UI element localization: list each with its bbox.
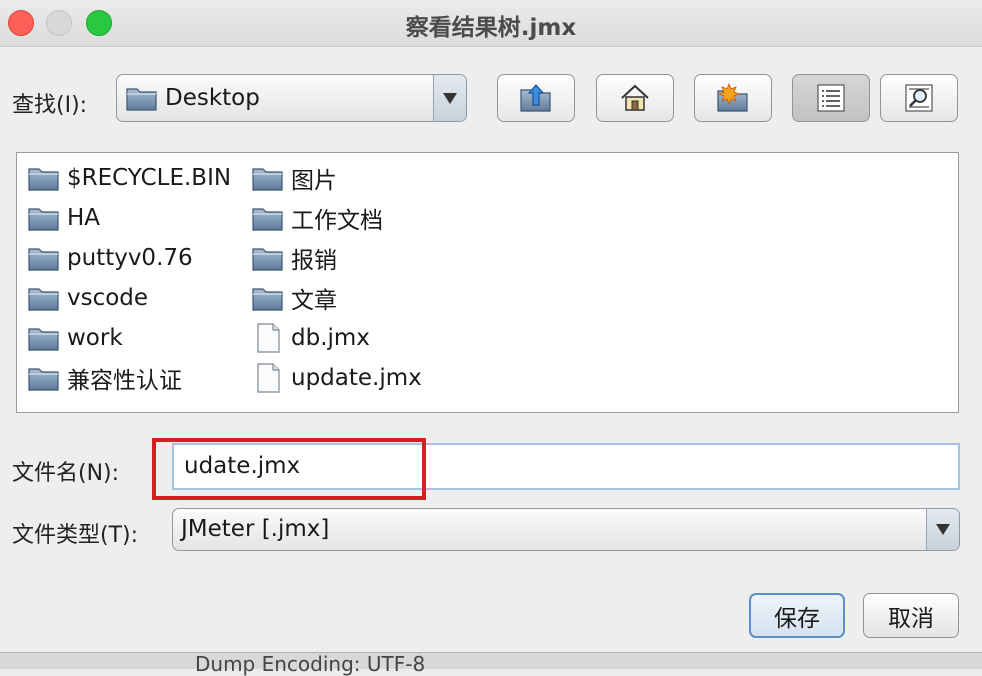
file-name: 文章 (291, 288, 337, 314)
file-list-item[interactable]: update.jmx (251, 358, 422, 398)
chevron-down-icon[interactable] (926, 509, 959, 550)
new-folder-icon (717, 82, 748, 112)
filename-label: 文件名(N): (12, 461, 120, 486)
file-name: update.jmx (291, 365, 422, 391)
folder-icon (251, 243, 285, 273)
file-list-column-2: 图片工作文档报销文章 db.jmx update.jmx (251, 158, 422, 398)
folder-icon (27, 323, 61, 353)
window-title: 察看结果树.jmx (405, 15, 577, 41)
file-list-item[interactable]: 图片 (251, 158, 422, 198)
folder-icon (27, 243, 61, 273)
file-icon (251, 323, 285, 353)
cancel-button[interactable]: 取消 (863, 593, 959, 638)
up-one-level-button[interactable] (497, 74, 575, 122)
file-list-item[interactable]: $RECYCLE.BIN (27, 158, 231, 198)
highlight-box (152, 438, 426, 500)
folder-icon (251, 203, 285, 233)
file-icon (251, 363, 285, 393)
file-name: vscode (67, 285, 149, 311)
file-name: work (67, 325, 123, 351)
file-list[interactable]: $RECYCLE.BIN HA puttyv0.76 vscode work 兼容性认证 … (16, 152, 959, 413)
file-name: 兼容性认证 (67, 368, 182, 394)
save-button[interactable]: 保存 (749, 593, 845, 638)
folder-icon (27, 203, 61, 233)
file-list-item[interactable]: db.jmx (251, 318, 422, 358)
list-view-icon (817, 84, 845, 112)
file-list-item[interactable]: work (27, 318, 231, 358)
folder-icon (125, 83, 159, 113)
file-name: HA (67, 205, 101, 231)
folder-icon (27, 363, 61, 393)
look-in-label: 查找(I): (12, 93, 88, 118)
details-view-icon (905, 84, 933, 112)
new-folder-button[interactable] (694, 74, 772, 122)
folder-icon (251, 163, 285, 193)
home-icon (621, 84, 649, 111)
title-bar: 察看结果树.jmx (0, 0, 982, 47)
look-in-value: Desktop (165, 85, 260, 111)
file-list-item[interactable]: 报销 (251, 238, 422, 278)
file-list-item[interactable]: HA (27, 198, 231, 238)
file-list-item[interactable]: vscode (27, 278, 231, 318)
file-list-item[interactable]: puttyv0.76 (27, 238, 231, 278)
filetype-value: JMeter [.jmx] (181, 516, 330, 542)
list-view-button[interactable] (792, 74, 870, 122)
background-window-text: Dump Encoding: UTF-8 (195, 652, 426, 676)
filetype-dropdown[interactable]: JMeter [.jmx] (172, 508, 960, 551)
background-window-strip (0, 652, 982, 669)
chevron-down-icon[interactable] (433, 75, 466, 121)
file-list-item[interactable]: 文章 (251, 278, 422, 318)
home-button[interactable] (596, 74, 674, 122)
filetype-label: 文件类型(T): (12, 523, 139, 548)
file-list-item[interactable]: 兼容性认证 (27, 358, 231, 398)
folder-icon (27, 283, 61, 313)
file-name: $RECYCLE.BIN (67, 165, 232, 191)
file-name: 报销 (291, 248, 337, 274)
folder-icon (27, 163, 61, 193)
folder-up-icon (520, 84, 551, 112)
file-list-column-1: $RECYCLE.BIN HA puttyv0.76 vscode work 兼容性认证 (27, 158, 231, 398)
file-name: puttyv0.76 (67, 245, 193, 271)
details-view-button[interactable] (880, 74, 958, 122)
file-list-item[interactable]: 工作文档 (251, 198, 422, 238)
file-name: 工作文档 (291, 208, 383, 234)
look-in-dropdown[interactable]: Desktop (116, 74, 467, 122)
file-name: db.jmx (291, 325, 370, 351)
file-chooser-dialog: 察看结果树.jmx 查找(I): Desktop $RECYCLE.BIN HA… (0, 0, 982, 676)
file-name: 图片 (291, 168, 337, 194)
folder-icon (251, 283, 285, 313)
